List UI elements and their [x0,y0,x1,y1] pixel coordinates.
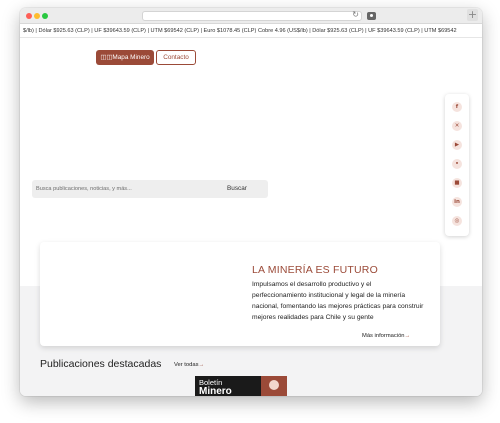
see-all-label: Ver todas [174,362,199,368]
video-icon[interactable]: ■ [452,178,462,188]
see-all-link[interactable]: Ver todas→ [174,362,204,368]
mapa-minero-button[interactable]: ◫◫Mapa Minero [96,50,154,65]
close-window-icon[interactable] [26,13,32,19]
page: ↻ + $/lb) | Dólar $925.63 (CLP) | UF $39… [0,0,500,423]
minimize-window-icon[interactable] [34,13,40,19]
more-info-link[interactable]: Más información→ [362,333,410,339]
reload-icon[interactable]: ↻ [352,10,359,19]
facebook-icon[interactable]: f [452,102,462,112]
browser-window: ↻ + $/lb) | Dólar $925.63 (CLP) | UF $39… [20,8,482,396]
instagram-icon[interactable]: ◎ [452,216,462,226]
browser-chrome: ↻ + [20,8,482,24]
top-nav: ◫◫Mapa Minero Contacto [20,38,482,78]
address-bar[interactable]: ↻ [142,10,362,21]
feature-text: Impulsamos el desarrollo productivo y el… [252,281,424,321]
new-tab-icon[interactable]: + [467,9,478,21]
seal-icon [261,376,287,396]
social-rail: f ✕ ▶ • ■ in ◎ [445,94,469,236]
arrow-right-icon: → [198,362,205,368]
feature-card: LA MINERÍA ES FUTURO Impulsamos el desar… [40,242,440,346]
boletin-line2: Minero [199,386,232,396]
search-bar: Buscar [32,180,268,198]
contacto-button[interactable]: Contacto [156,50,196,65]
indicators-ticker: $/lb) | Dólar $925.63 (CLP) | UF $39643.… [20,24,482,38]
more-info-label: Más información [362,333,405,339]
boletin-minero-card[interactable]: Boletín Minero [195,376,287,396]
linkedin-icon[interactable]: in [452,197,462,207]
arrow-right-icon: → [404,333,411,339]
podcast-icon[interactable]: • [452,159,462,169]
search-button[interactable]: Buscar [220,180,254,198]
feature-title: LA MINERÍA ES FUTURO [252,264,378,276]
x-icon[interactable]: ✕ [452,121,462,131]
publications-title: Publicaciones destacadas [40,358,162,370]
youtube-icon[interactable]: ▶ [452,140,462,150]
extension-icon[interactable] [367,12,376,20]
maximize-window-icon[interactable] [42,13,48,19]
search-input[interactable] [36,182,186,196]
